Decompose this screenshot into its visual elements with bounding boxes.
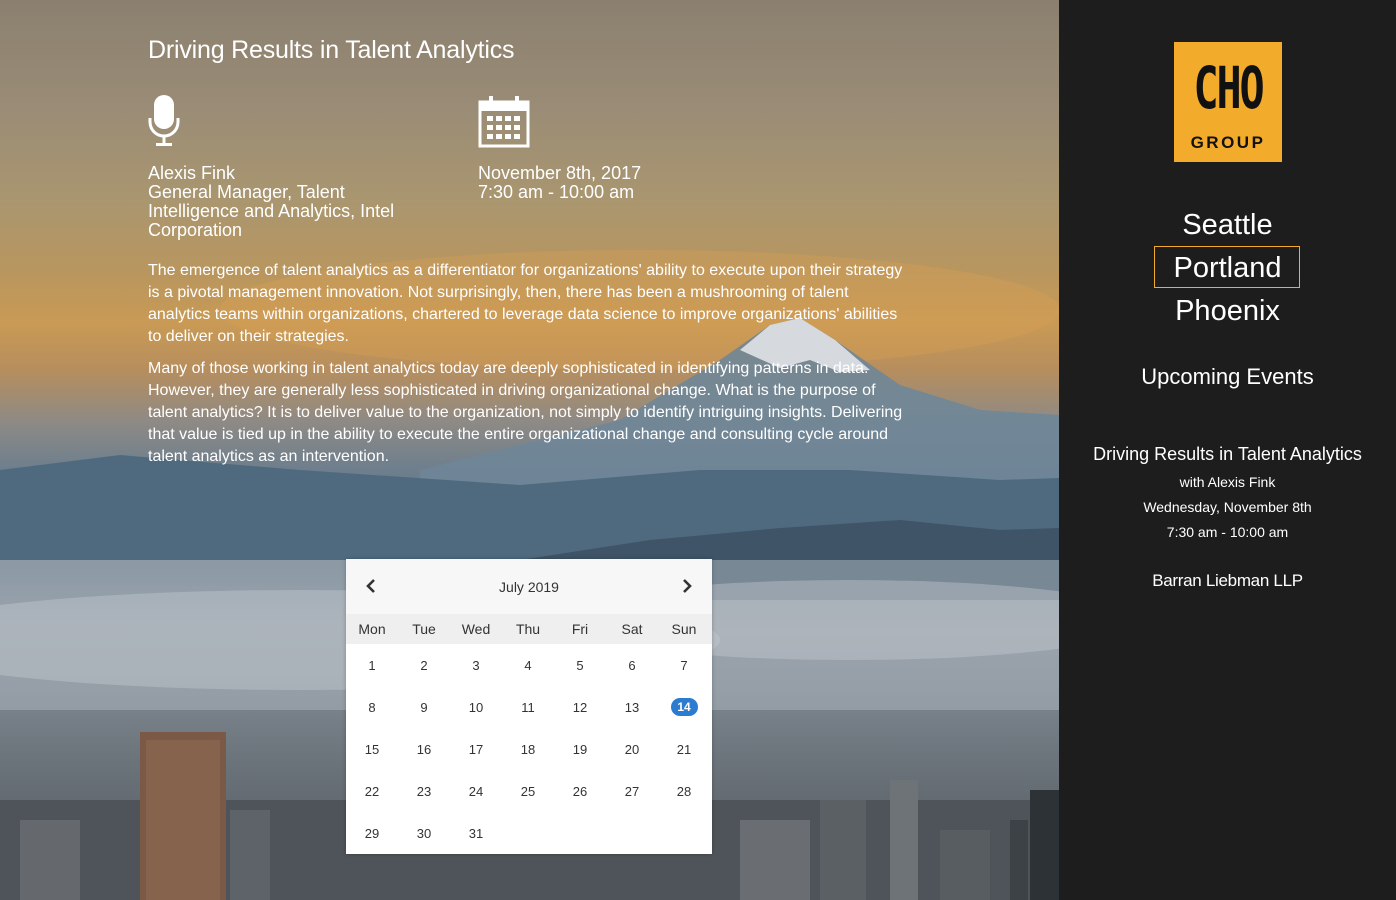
calendar-day[interactable]: 15	[346, 742, 398, 757]
date-picker-header: July 2019	[346, 559, 712, 614]
city-link-portland[interactable]: Portland	[1059, 250, 1396, 286]
calendar-day[interactable]: 27	[606, 784, 658, 799]
description-paragraph: Many of those working in talent analytic…	[148, 360, 903, 465]
upcoming-event-date: Wednesday, November 8th	[1143, 499, 1312, 515]
logo-subtitle: GROUP	[1190, 133, 1266, 152]
calendar-day[interactable]: 28	[658, 784, 710, 799]
speaker-name: Alexis Fink	[148, 163, 236, 183]
calendar-day[interactable]: 11	[502, 700, 554, 715]
calendar-day[interactable]: 18	[502, 742, 554, 757]
speaker-role-line: General Manager, Talent	[148, 182, 345, 202]
upcoming-event-link[interactable]: Driving Results in Talent Analytics	[1059, 444, 1396, 465]
calendar-day[interactable]: 10	[450, 700, 502, 715]
calendar-day[interactable]: 3	[450, 658, 502, 673]
calendar-day[interactable]: 4	[502, 658, 554, 673]
calendar-icon	[478, 96, 530, 148]
upcoming-events-heading: Upcoming Events	[1141, 364, 1314, 389]
event-datetime: November 8th, 2017 7:30 am - 10:00 am	[478, 94, 738, 202]
weekday-label: Sat	[621, 621, 643, 637]
weekday-label: Fri	[571, 621, 589, 637]
chevron-right-icon	[683, 579, 692, 593]
weekday-label: Sun	[671, 621, 697, 637]
today-marker: 14	[670, 698, 698, 716]
calendar-day[interactable]: 5	[554, 658, 606, 673]
calendar-day[interactable]: 1	[346, 658, 398, 673]
upcoming-event-speaker: with Alexis Fink	[1179, 474, 1276, 490]
city-link-seattle[interactable]: Seattle	[1059, 207, 1396, 243]
calendar-day[interactable]: 22	[346, 784, 398, 799]
sidebar: CHO GROUP Seattle Portland Phoenix Upcom…	[1059, 0, 1396, 900]
calendar-day[interactable]: 2	[398, 658, 450, 673]
weekday-label: Wed	[461, 621, 491, 637]
next-month-button[interactable]	[676, 575, 698, 597]
calendar-day-today[interactable]: 14	[658, 698, 710, 716]
city-link-phoenix[interactable]: Phoenix	[1059, 293, 1396, 329]
calendar-day[interactable]: 12	[554, 700, 606, 715]
event-date: November 8th, 2017	[478, 163, 642, 183]
previous-month-button[interactable]	[360, 575, 382, 597]
calendar-day[interactable]: 31	[450, 826, 502, 841]
calendar-day[interactable]: 17	[450, 742, 502, 757]
event-description: The emergence of talent analytics as a d…	[148, 260, 913, 478]
speaker-role-line: Corporation	[148, 220, 243, 240]
weekday-label: Tue	[412, 621, 436, 637]
logo-wordmark: CHO	[1193, 54, 1265, 122]
calendar-day[interactable]: 24	[450, 784, 502, 799]
event-title: Driving Results in Talent Analytics	[148, 36, 515, 64]
date-picker: July 2019 Mon Tue Wed Thu Fri Sat Sun 12…	[346, 559, 712, 854]
chevron-left-icon	[366, 579, 375, 593]
description-paragraph: The emergence of talent analytics as a d…	[148, 262, 903, 345]
cho-group-logo[interactable]: CHO GROUP	[1174, 42, 1282, 162]
calendar-day[interactable]: 7	[658, 658, 710, 673]
speaker-info: Alexis Fink General Manager, Talent Inte…	[148, 94, 448, 240]
calendar-day[interactable]: 30	[398, 826, 450, 841]
calendar-day[interactable]: 19	[554, 742, 606, 757]
day-grid: 1 2 3 4 5 6 7 8 9 10 11 12 13 14 15 16 17 18 19 20 21 22 23 24 2…	[346, 644, 712, 854]
calendar-day[interactable]: 13	[606, 700, 658, 715]
weekday-label: Mon	[358, 621, 386, 637]
month-label: July 2019	[499, 578, 559, 595]
upcoming-event-time: 7:30 am - 10:00 am	[1166, 524, 1289, 540]
calendar-day[interactable]: 21	[658, 742, 710, 757]
calendar-day[interactable]: 26	[554, 784, 606, 799]
weekday-label: Thu	[515, 621, 541, 637]
speaker-role-line: Intelligence and Analytics, Intel	[148, 201, 395, 221]
upcoming-event-venue: Barran Liebman LLP	[1152, 571, 1303, 590]
calendar-day[interactable]: 25	[502, 784, 554, 799]
calendar-day[interactable]: 6	[606, 658, 658, 673]
calendar-day[interactable]: 23	[398, 784, 450, 799]
calendar-day[interactable]: 9	[398, 700, 450, 715]
event-time: 7:30 am - 10:00 am	[478, 182, 635, 202]
calendar-day[interactable]: 8	[346, 700, 398, 715]
calendar-day[interactable]: 20	[606, 742, 658, 757]
weekday-header: Mon Tue Wed Thu Fri Sat Sun	[346, 614, 712, 644]
calendar-day[interactable]: 16	[398, 742, 450, 757]
microphone-icon	[148, 95, 180, 146]
calendar-day[interactable]: 29	[346, 826, 398, 841]
